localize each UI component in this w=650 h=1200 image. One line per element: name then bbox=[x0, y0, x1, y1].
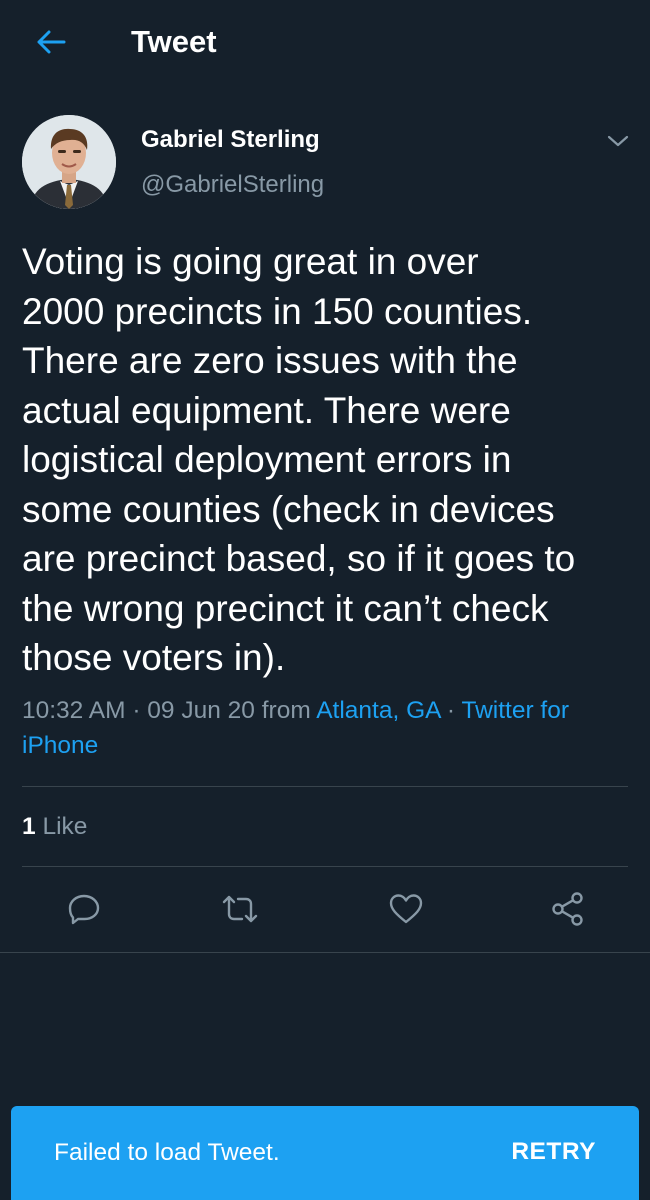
share-icon bbox=[552, 892, 583, 926]
author-name[interactable]: Gabriel Sterling bbox=[141, 124, 320, 156]
like-button[interactable] bbox=[384, 887, 428, 931]
divider bbox=[22, 866, 628, 867]
like-count: 1 bbox=[22, 813, 36, 840]
retry-button[interactable]: RETRY bbox=[511, 1134, 596, 1170]
retweet-icon bbox=[222, 895, 258, 923]
reply-icon bbox=[68, 894, 100, 925]
arrow-left-icon bbox=[37, 30, 66, 54]
toast-message: Failed to load Tweet. bbox=[54, 1139, 280, 1166]
meta-from: from bbox=[254, 697, 317, 724]
tweet-menu-button[interactable] bbox=[600, 126, 636, 156]
likes-summary[interactable]: 1 Like bbox=[22, 809, 87, 845]
author-handle[interactable]: @GabrielSterling bbox=[141, 169, 324, 201]
divider bbox=[22, 786, 628, 787]
tweet-meta: 10:32 AM · 09 Jun 20 from Atlanta, GA · … bbox=[22, 693, 634, 763]
like-label: Like bbox=[35, 813, 88, 840]
tweet-location-link[interactable]: Atlanta, GA bbox=[316, 697, 440, 724]
tweet-time: 10:32 AM bbox=[22, 697, 126, 724]
share-button[interactable] bbox=[546, 887, 590, 931]
tweet-text: Voting is going great in over 2000 preci… bbox=[22, 241, 576, 678]
top-bar: Tweet bbox=[0, 0, 650, 86]
reply-button[interactable] bbox=[62, 887, 106, 931]
chevron-down-icon bbox=[607, 135, 629, 147]
page-title: Tweet bbox=[131, 24, 217, 59]
avatar[interactable] bbox=[22, 115, 116, 209]
back-button[interactable] bbox=[28, 22, 74, 62]
meta-separator: · bbox=[125, 697, 148, 724]
retweet-button[interactable] bbox=[218, 887, 262, 931]
tweet-date: 09 Jun 20 bbox=[147, 697, 255, 724]
tweet-detail-screen: Tweet Gabriel Sterling @GabrielSterling … bbox=[0, 0, 650, 1200]
meta-separator: · bbox=[440, 697, 462, 724]
heart-icon bbox=[389, 894, 423, 924]
divider bbox=[0, 952, 650, 953]
error-toast: Failed to load Tweet. RETRY bbox=[11, 1106, 639, 1200]
profile-photo-icon bbox=[22, 115, 116, 209]
